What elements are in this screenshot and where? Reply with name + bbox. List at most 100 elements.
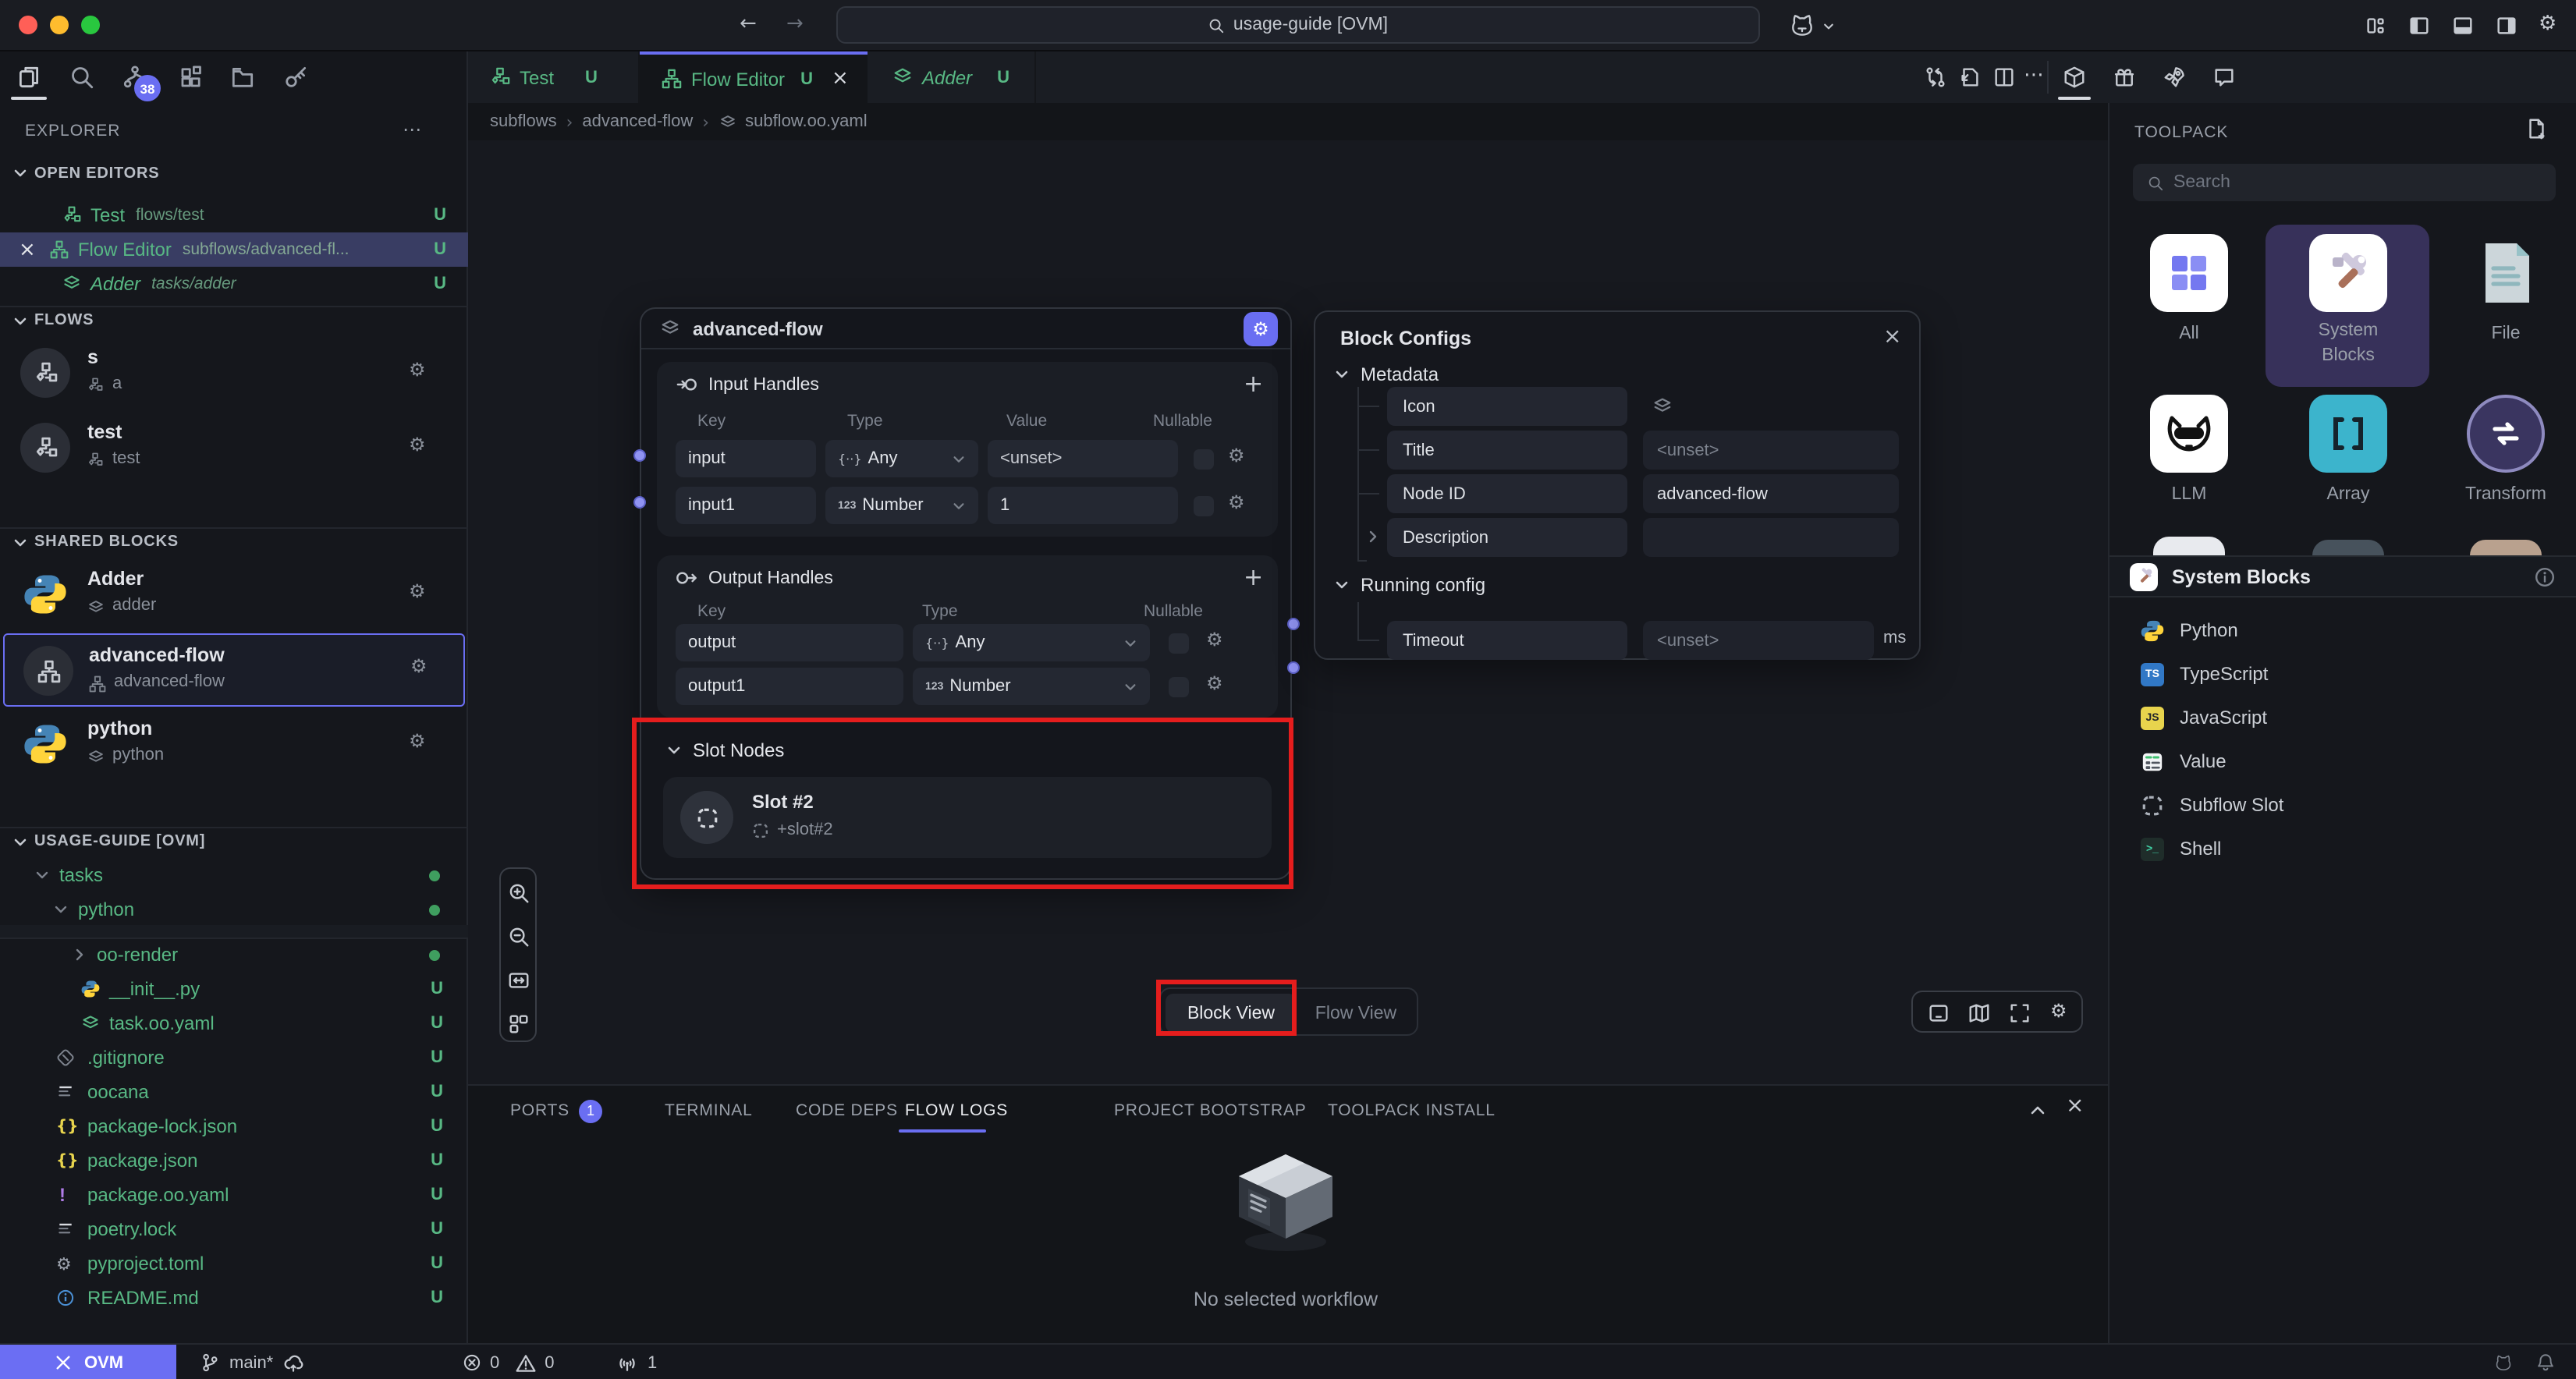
tree-item-poetry-lock[interactable]: poetry.lock U bbox=[0, 1214, 468, 1245]
tree-item-init-py[interactable]: __init__.py U bbox=[0, 973, 468, 1005]
node-header[interactable]: advanced-flow bbox=[641, 309, 1290, 349]
zoom-in-icon[interactable] bbox=[507, 881, 530, 905]
shared-block-advanced-flow[interactable]: advanced-flow advanced-flow ⚙ bbox=[3, 633, 465, 707]
toggle-right-panel-icon[interactable] bbox=[2495, 14, 2518, 37]
close-icon[interactable]: × bbox=[1883, 324, 1901, 349]
input-port-dot[interactable] bbox=[633, 496, 646, 509]
system-block-typescript[interactable]: TS TypeScript bbox=[2109, 654, 2576, 694]
minimap-icon[interactable] bbox=[1967, 1001, 1991, 1025]
key-input[interactable]: input1 bbox=[676, 487, 816, 524]
breadcrumb-item[interactable]: subflows bbox=[490, 112, 557, 131]
bottom-tab-terminal[interactable]: TERMINAL bbox=[665, 1101, 753, 1120]
gear-icon[interactable]: ⚙ bbox=[1228, 493, 1245, 512]
extensions-icon[interactable] bbox=[178, 64, 204, 90]
system-block-javascript[interactable]: JS JavaScript bbox=[2109, 697, 2576, 738]
key-input[interactable]: output bbox=[676, 624, 903, 661]
tab-adder[interactable]: Adder U bbox=[868, 51, 1036, 103]
tree-item-tasks[interactable]: tasks bbox=[0, 860, 468, 891]
output-port-dot[interactable] bbox=[1287, 661, 1300, 674]
nullable-checkbox[interactable] bbox=[1169, 677, 1189, 697]
panel-close-icon[interactable]: × bbox=[2066, 1094, 2084, 1118]
toggle-bottom-panel-icon[interactable] bbox=[2451, 14, 2475, 37]
tree-item-package-lock[interactable]: {} package-lock.json U bbox=[0, 1111, 468, 1142]
more-actions-icon[interactable]: ⋯ bbox=[2024, 64, 2044, 87]
bottom-tab-toolpack-install[interactable]: TOOLPACK INSTALL bbox=[1328, 1101, 1496, 1120]
gear-icon[interactable]: ⚙ bbox=[1206, 630, 1223, 649]
tree-item-task-yaml[interactable]: task.oo.yaml U bbox=[0, 1008, 468, 1039]
category-all-tile[interactable] bbox=[2150, 234, 2228, 312]
system-blocks-header[interactable]: System Blocks bbox=[2109, 555, 2576, 597]
new-toolpack-icon[interactable] bbox=[2525, 117, 2548, 140]
gear-icon[interactable]: ⚙ bbox=[409, 582, 426, 601]
explorer-files-icon[interactable] bbox=[16, 64, 42, 90]
config-value-node-id[interactable]: advanced-flow bbox=[1643, 474, 1899, 513]
zoom-out-icon[interactable] bbox=[507, 925, 530, 948]
command-center-search[interactable]: usage-guide [OVM] bbox=[836, 6, 1760, 44]
gear-icon[interactable]: ⚙ bbox=[1206, 674, 1223, 693]
breadcrumb-item[interactable]: subflow.oo.yaml bbox=[745, 112, 868, 131]
rocket-icon[interactable] bbox=[2163, 66, 2186, 89]
system-block-value[interactable]: Value bbox=[2109, 741, 2576, 782]
open-editor-adder[interactable]: Adder tasks/adder U bbox=[0, 267, 468, 301]
flow-item-test[interactable]: test test ⚙ bbox=[0, 415, 468, 484]
section-project[interactable]: USAGE-GUIDE [OVM] bbox=[0, 827, 468, 855]
nullable-checkbox[interactable] bbox=[1169, 633, 1189, 654]
cat-assistant-icon[interactable] bbox=[1788, 11, 1816, 39]
value-input[interactable]: <unset> bbox=[988, 440, 1178, 477]
config-value-timeout[interactable]: <unset> bbox=[1643, 621, 1874, 660]
tree-item-readme[interactable]: README.md U bbox=[0, 1282, 468, 1313]
config-value-description[interactable] bbox=[1643, 518, 1899, 557]
problems-status[interactable]: 0 0 bbox=[462, 1345, 555, 1379]
type-select[interactable]: {··}Any bbox=[913, 624, 1150, 661]
nullable-checkbox[interactable] bbox=[1194, 449, 1214, 470]
nullable-checkbox[interactable] bbox=[1194, 496, 1214, 516]
output-port-dot[interactable] bbox=[1287, 618, 1300, 630]
gift-icon[interactable] bbox=[2113, 66, 2136, 89]
category-system-blocks-tile[interactable] bbox=[2309, 234, 2387, 312]
config-value-title[interactable]: <unset> bbox=[1643, 431, 1899, 470]
gear-icon[interactable]: ⚙ bbox=[409, 360, 426, 379]
toolpack-package-icon[interactable] bbox=[2063, 66, 2086, 89]
system-block-python[interactable]: Python bbox=[2109, 610, 2576, 651]
node-settings-button[interactable]: ⚙ bbox=[1244, 312, 1278, 346]
metadata-group[interactable]: Metadata bbox=[1334, 363, 1439, 385]
bottom-tab-ports[interactable]: PORTS 1 bbox=[510, 1095, 602, 1126]
close-icon[interactable]: × bbox=[19, 238, 36, 261]
open-editor-flow-editor[interactable]: × Flow Editor subflows/advanced-fl... U bbox=[0, 232, 468, 267]
bottom-tab-flow-logs[interactable]: FLOW LOGS bbox=[905, 1101, 1008, 1120]
panel-collapse-icon[interactable] bbox=[2028, 1101, 2047, 1120]
screen-icon[interactable] bbox=[1927, 1001, 1950, 1025]
toggle-left-panel-icon[interactable] bbox=[2407, 14, 2431, 37]
input-port-dot[interactable] bbox=[633, 449, 646, 462]
section-open-editors[interactable]: OPEN EDITORS bbox=[0, 159, 468, 187]
add-handle-button[interactable]: + bbox=[1244, 563, 1263, 591]
sidebar-more-icon[interactable]: ⋯ bbox=[403, 119, 421, 140]
chevron-right-icon[interactable] bbox=[1365, 529, 1381, 544]
system-block-subflow-slot[interactable]: Subflow Slot bbox=[2109, 785, 2576, 825]
system-block-shell[interactable]: >_ Shell bbox=[2109, 828, 2576, 869]
settings-gear-icon[interactable]: ⚙ bbox=[2539, 12, 2556, 36]
node-advanced-flow[interactable]: advanced-flow ⚙ Input Handles + Key Type… bbox=[640, 307, 1292, 880]
bottom-tab-project-bootstrap[interactable]: PROJECT BOOTSTRAP bbox=[1114, 1101, 1307, 1120]
tree-item-oo-render[interactable]: oo-render bbox=[0, 939, 468, 970]
open-editor-test[interactable]: Test flows/test U bbox=[0, 198, 468, 232]
tree-item-gitignore[interactable]: .gitignore U bbox=[0, 1042, 468, 1073]
search-icon[interactable] bbox=[69, 64, 95, 90]
tree-item-package-oo-yaml[interactable]: ! package.oo.yaml U bbox=[0, 1179, 468, 1211]
category-transform-tile[interactable] bbox=[2467, 395, 2545, 473]
auto-layout-icon[interactable] bbox=[507, 1012, 530, 1036]
fit-view-icon[interactable] bbox=[507, 969, 530, 992]
tab-flow-editor[interactable]: Flow Editor U × bbox=[640, 51, 868, 103]
traffic-light-close[interactable] bbox=[19, 16, 37, 34]
folder-icon[interactable] bbox=[229, 64, 256, 90]
flow-canvas[interactable]: advanced-flow ⚙ Input Handles + Key Type… bbox=[468, 140, 2108, 1084]
type-select[interactable]: {··}Any bbox=[825, 440, 978, 477]
gear-icon[interactable]: ⚙ bbox=[409, 435, 426, 454]
bottom-tab-code-deps[interactable]: CODE DEPS bbox=[796, 1101, 898, 1120]
info-icon[interactable] bbox=[2534, 565, 2556, 587]
nav-back-icon[interactable]: ← bbox=[740, 12, 757, 36]
cat-status-icon[interactable] bbox=[2493, 1352, 2514, 1373]
config-label-node-id[interactable]: Node ID bbox=[1387, 474, 1627, 513]
fullscreen-icon[interactable] bbox=[2008, 1001, 2031, 1025]
config-label-description[interactable]: Description bbox=[1387, 518, 1627, 557]
